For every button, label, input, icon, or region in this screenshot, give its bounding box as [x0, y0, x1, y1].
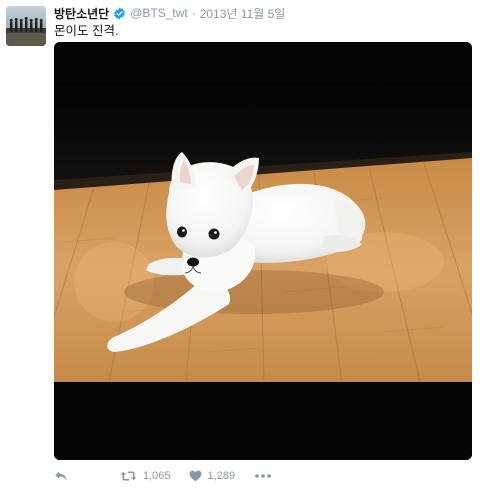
- like-icon: [189, 470, 201, 482]
- retweet-button[interactable]: 1,065: [120, 470, 171, 482]
- tweet-content: 방탄소년단 @BTS_twt · 2013년 11월 5일 몬이도 진격.: [54, 5, 474, 39]
- retweet-count: 1,065: [143, 470, 171, 482]
- puppy-photo-image: [54, 42, 472, 460]
- retweet-icon: [120, 471, 137, 481]
- display-name[interactable]: 방탄소년단: [54, 5, 109, 22]
- avatar-image: [6, 6, 46, 46]
- meta-separator: ·: [191, 6, 196, 20]
- more-icon: [255, 474, 271, 478]
- avatar[interactable]: [6, 6, 46, 46]
- like-count: 1,289: [207, 470, 236, 482]
- more-button[interactable]: [255, 474, 271, 478]
- tweet-text: 몬이도 진격.: [54, 24, 119, 38]
- verified-badge-icon: [113, 7, 126, 20]
- tweet-photo[interactable]: [54, 42, 472, 460]
- tweet-header: 방탄소년단 @BTS_twt · 2013년 11월 5일: [54, 5, 474, 21]
- tweet-actions: 1,065 1,289: [54, 466, 271, 486]
- reply-button[interactable]: [54, 470, 68, 482]
- like-button[interactable]: 1,289: [189, 470, 236, 482]
- timestamp[interactable]: 2013년 11월 5일: [200, 5, 286, 22]
- handle[interactable]: @BTS_twt: [130, 6, 188, 20]
- tweet: 방탄소년단 @BTS_twt · 2013년 11월 5일 몬이도 진격. 1,…: [0, 0, 480, 490]
- reply-icon: [55, 471, 67, 481]
